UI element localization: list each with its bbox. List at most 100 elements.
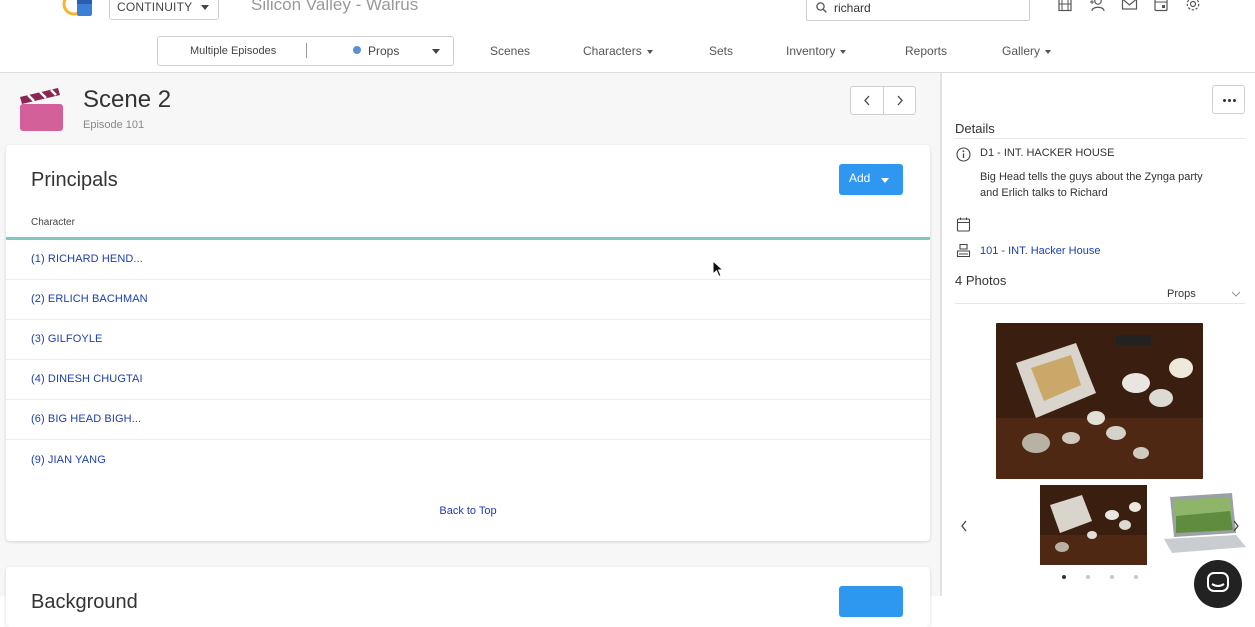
nav-scenes[interactable]: Scenes bbox=[490, 44, 530, 58]
scene-description-line: Big Head tells the guys about the Zynga … bbox=[980, 171, 1203, 183]
section-divider bbox=[955, 303, 1245, 304]
back-to-top-label[interactable]: Back to Top bbox=[439, 505, 496, 517]
top-bar: CONTINUITY Silicon Valley - Walrus richa… bbox=[0, 0, 1255, 28]
photo-category-select[interactable]: Props bbox=[1167, 288, 1241, 300]
episode-filter[interactable]: Multiple Episodes Props bbox=[157, 36, 454, 66]
filter-episodes[interactable]: Multiple Episodes bbox=[190, 45, 276, 57]
production-select-value: CONTINUITY bbox=[117, 0, 193, 14]
nav-gallery[interactable]: Gallery bbox=[1002, 44, 1052, 58]
photos-title: 4 Photos bbox=[955, 273, 1007, 288]
chevron-left-icon bbox=[961, 520, 967, 532]
previous-scene-button[interactable] bbox=[851, 87, 884, 114]
set-location-icon bbox=[956, 243, 971, 263]
details-title: Details bbox=[955, 121, 995, 136]
search-value: richard bbox=[834, 1, 871, 15]
add-background-button[interactable] bbox=[839, 586, 903, 617]
add-principal-button[interactable]: Add bbox=[839, 164, 903, 195]
section-divider bbox=[955, 138, 1245, 139]
table-row[interactable]: (6) BIG HEAD BIGH... bbox=[6, 400, 930, 440]
next-scene-button[interactable] bbox=[884, 87, 917, 114]
page-title: Scene 2 bbox=[83, 86, 172, 113]
production-title: Silicon Valley - Walrus bbox=[251, 0, 419, 14]
add-user-icon[interactable] bbox=[1089, 0, 1106, 17]
character-link[interactable]: (1) RICHARD HEND... bbox=[31, 253, 143, 265]
chevron-down-icon bbox=[1045, 49, 1052, 54]
nav-reports[interactable]: Reports bbox=[905, 44, 947, 58]
page-subtitle: Episode 101 bbox=[83, 119, 145, 131]
column-header-character[interactable]: Character bbox=[31, 217, 75, 228]
principals-card: Principals Add Character (1) RICHARD HEN… bbox=[6, 145, 930, 541]
info-icon bbox=[956, 147, 971, 167]
mouse-cursor-icon bbox=[712, 259, 725, 283]
app-logo-icon[interactable] bbox=[62, 0, 96, 20]
chevron-down-icon bbox=[1231, 291, 1241, 297]
character-link[interactable]: (6) BIG HEAD BIGH... bbox=[31, 413, 141, 425]
more-options-button[interactable] bbox=[1212, 85, 1245, 114]
calendar-icon[interactable] bbox=[1153, 0, 1169, 17]
filter-mode[interactable]: Props bbox=[368, 44, 399, 58]
chevron-down-icon bbox=[432, 49, 440, 54]
chat-launcher-button[interactable] bbox=[1194, 560, 1242, 608]
carousel-dot[interactable] bbox=[1086, 575, 1090, 579]
film-icon[interactable] bbox=[1057, 0, 1073, 17]
background-title: Background bbox=[31, 591, 138, 613]
set-heading: D1 - INT. HACKER HOUSE bbox=[980, 147, 1115, 159]
clapperboard-icon bbox=[18, 87, 64, 133]
nav-inventory-label: Inventory bbox=[786, 44, 836, 58]
background-card: Background bbox=[6, 567, 930, 627]
carousel-dot[interactable] bbox=[1110, 575, 1114, 579]
ellipsis-icon bbox=[1223, 99, 1226, 102]
add-button-label: Add bbox=[849, 171, 871, 185]
nav-gallery-label: Gallery bbox=[1002, 44, 1041, 58]
set-link[interactable]: 101 - INT. Hacker House bbox=[980, 245, 1100, 257]
scene-pager bbox=[850, 86, 916, 115]
filter-status-dot-icon bbox=[353, 46, 361, 54]
table-row[interactable]: (9) JIAN YANG bbox=[6, 441, 930, 481]
character-link[interactable]: (2) ERLICH BACHMAN bbox=[31, 293, 148, 305]
character-link[interactable]: (3) GILFOYLE bbox=[31, 333, 103, 345]
caret-down-icon bbox=[881, 178, 889, 183]
nav-inventory[interactable]: Inventory bbox=[786, 44, 847, 58]
character-link[interactable]: (9) JIAN YANG bbox=[31, 454, 106, 466]
nav-sets-label: Sets bbox=[709, 44, 734, 58]
chevron-right-icon bbox=[1233, 520, 1239, 532]
nav-characters[interactable]: Characters bbox=[583, 44, 653, 58]
main-photo-image[interactable] bbox=[996, 323, 1203, 479]
carousel-dot[interactable] bbox=[1134, 575, 1138, 579]
main-nav: Multiple Episodes Props Scenes Character… bbox=[0, 28, 1255, 73]
carousel-prev-button[interactable] bbox=[960, 519, 968, 537]
ellipsis-icon bbox=[1233, 99, 1236, 102]
chevron-down-icon bbox=[201, 5, 209, 10]
carousel-dot[interactable] bbox=[1062, 575, 1066, 579]
character-link[interactable]: (4) DINESH CHUGTAI bbox=[31, 373, 143, 385]
nav-reports-label: Reports bbox=[905, 44, 948, 58]
chevron-down-icon bbox=[646, 49, 653, 54]
details-panel: Details D1 - INT. HACKER HOUSE Big Head … bbox=[942, 73, 1255, 596]
carousel-next-button[interactable] bbox=[1232, 519, 1240, 537]
chevron-right-icon bbox=[897, 95, 903, 106]
table-row[interactable]: (1) RICHARD HEND... bbox=[6, 240, 930, 280]
gear-icon[interactable] bbox=[1185, 0, 1201, 17]
filter-divider bbox=[306, 43, 307, 58]
table-row[interactable]: (4) DINESH CHUGTAI bbox=[6, 360, 930, 400]
scene-main-panel: Scene 2 Episode 101 Principals Add Chara… bbox=[0, 73, 940, 627]
photo-category-value: Props bbox=[1167, 288, 1196, 300]
principals-title: Principals bbox=[31, 169, 118, 191]
back-to-top-link[interactable]: Back to Top bbox=[6, 505, 930, 517]
nav-characters-label: Characters bbox=[583, 44, 642, 58]
chat-icon bbox=[1207, 572, 1229, 592]
mail-icon[interactable] bbox=[1121, 0, 1138, 17]
table-row[interactable]: (2) ERLICH BACHMAN bbox=[6, 280, 930, 320]
chevron-down-icon bbox=[840, 49, 847, 54]
scene-description-line: and Erlich talks to Richard bbox=[980, 187, 1108, 199]
table-row[interactable]: (3) GILFOYLE bbox=[6, 320, 930, 360]
photo-thumbnail[interactable] bbox=[1040, 485, 1147, 565]
search-input[interactable]: richard bbox=[806, 0, 1030, 21]
nav-sets[interactable]: Sets bbox=[709, 44, 733, 58]
chevron-left-icon bbox=[864, 95, 870, 106]
search-icon bbox=[816, 2, 827, 13]
calendar-icon bbox=[956, 217, 971, 237]
production-select[interactable]: CONTINUITY bbox=[109, 0, 219, 20]
ellipsis-icon bbox=[1228, 99, 1231, 102]
nav-scenes-label: Scenes bbox=[490, 44, 531, 58]
